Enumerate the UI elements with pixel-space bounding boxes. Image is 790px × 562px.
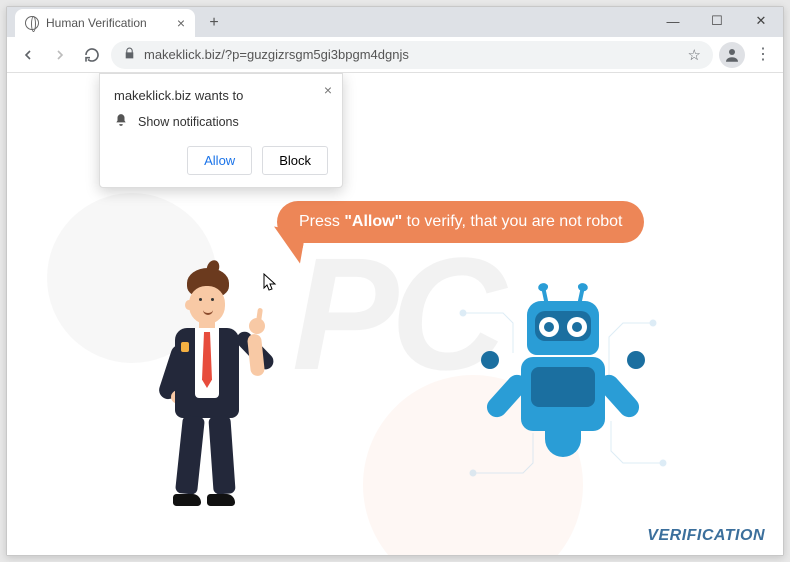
notification-permission-prompt: × makeklick.biz wants to Show notificati… [99,73,343,188]
new-tab-button[interactable]: + [203,12,225,34]
globe-icon [25,16,39,30]
prompt-message: Show notifications [138,115,239,129]
bubble-bold: "Allow" [344,213,402,230]
back-button[interactable] [15,42,41,68]
forward-button [47,42,73,68]
tab-close-icon[interactable]: × [177,15,185,31]
toolbar: makeklick.biz/?p=guzgizrsgm5gi3bpgm4dgnj… [7,37,783,73]
url-text: makeklick.biz/?p=guzgizrsgm5gi3bpgm4dgnj… [144,47,409,62]
titlebar: Human Verification × + — ☐ ✕ [7,7,783,37]
page-viewport: PC × makeklick.biz wants to Show notific… [7,73,783,555]
bell-icon [114,113,128,130]
browser-window: Human Verification × + — ☐ ✕ makeklick.b… [6,6,784,556]
block-button[interactable]: Block [262,146,328,175]
window-close-button[interactable]: ✕ [739,7,783,35]
prompt-origin: makeklick.biz wants to [114,88,328,103]
profile-avatar[interactable] [719,42,745,68]
reload-button[interactable] [79,42,105,68]
businessman-illustration [137,268,277,528]
browser-tab[interactable]: Human Verification × [15,9,195,37]
address-bar[interactable]: makeklick.biz/?p=guzgizrsgm5gi3bpgm4dgnj… [111,41,713,69]
window-minimize-button[interactable]: — [651,7,695,35]
chrome-menu-button[interactable]: ⋮ [751,52,775,57]
prompt-close-icon[interactable]: × [324,82,332,98]
lock-icon [123,47,136,63]
mouse-cursor-icon [263,273,277,294]
window-controls: — ☐ ✕ [651,7,783,35]
tab-title: Human Verification [46,16,147,30]
bookmark-star-icon[interactable]: ☆ [688,46,701,64]
footer-verification-label: VERIFICATION [647,527,765,545]
window-maximize-button[interactable]: ☐ [695,7,739,35]
allow-button[interactable]: Allow [187,146,252,175]
bubble-pre: Press [299,213,344,230]
speech-bubble: Press "Allow" to verify, that you are no… [277,201,644,243]
robot-illustration [473,293,653,493]
bubble-post: to verify, that you are not robot [402,213,622,230]
